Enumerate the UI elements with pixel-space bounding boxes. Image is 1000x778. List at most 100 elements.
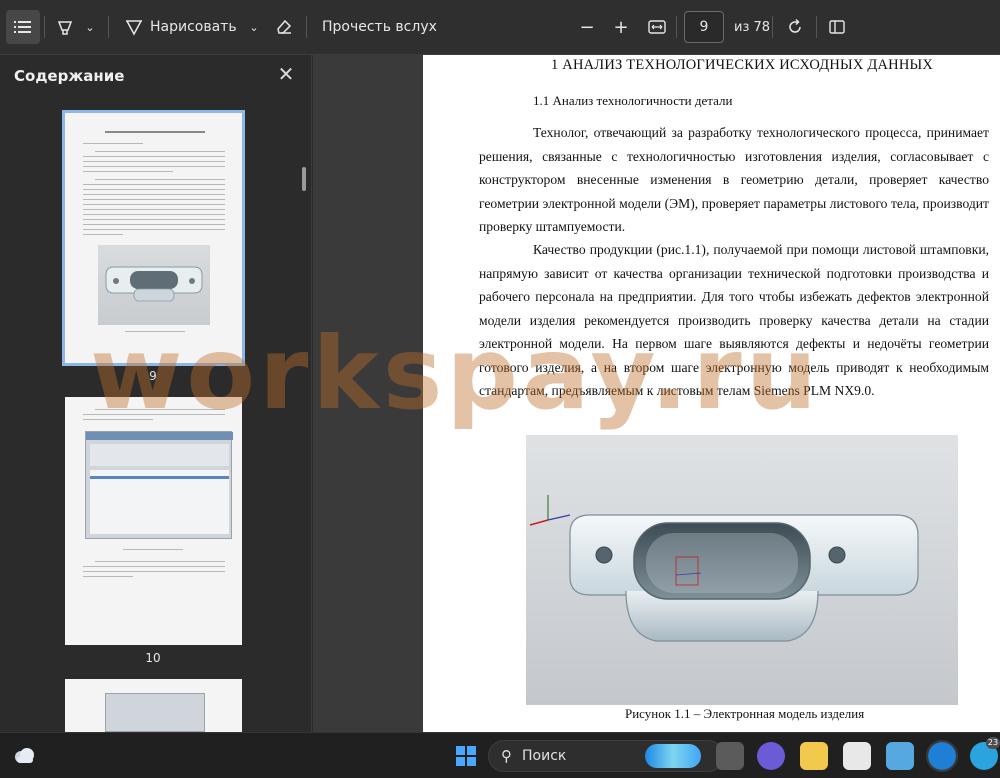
thumb-text-line	[83, 234, 123, 235]
thumb-text-line	[83, 161, 225, 162]
draw-button[interactable]: Нарисовать	[124, 10, 243, 44]
highlight-options-chevron[interactable]: ⌄	[80, 10, 100, 44]
document-page: 1 АНАЛИЗ ТЕХНОЛОГИЧЕСКИХ ИСХОДНЫХ ДАННЫХ…	[423, 55, 1000, 732]
fit-to-width-button[interactable]	[644, 10, 670, 44]
thumb-screenshot-table	[90, 470, 229, 534]
thumb-screenshot	[105, 693, 205, 732]
thumb-text-line	[83, 224, 225, 225]
thumb-caption-line	[123, 549, 183, 550]
thumbnail-page-9[interactable]	[62, 110, 245, 366]
figure-3d-model	[526, 435, 958, 705]
thumb-text-line	[83, 166, 225, 167]
sidebar-scrollbar[interactable]	[302, 167, 306, 191]
thumbnail-page-10-number: 10	[145, 651, 161, 665]
file-explorer-app[interactable]	[800, 742, 828, 770]
thumb-text-line	[95, 151, 225, 152]
toolbar: ⌄ Нарисовать ⌄ Прочесть вслух − + 9 из 7…	[0, 0, 1000, 55]
draw-label: Нарисовать	[150, 19, 237, 35]
search-highlight-image	[645, 744, 701, 768]
thumb-screenshot	[85, 431, 233, 539]
read-aloud-label: Прочесть вслух	[322, 19, 437, 35]
thumb-caption-line	[125, 331, 185, 332]
fit-width-icon	[648, 20, 666, 34]
chapter-heading: 1 АНАЛИЗ ТЕХНОЛОГИЧЕСКИХ ИСХОДНЫХ ДАННЫХ	[551, 57, 934, 73]
thumb-text-line	[83, 184, 225, 185]
plus-icon: +	[613, 16, 629, 38]
thumb-text-line	[83, 209, 225, 210]
thumbnail-page-11[interactable]	[65, 679, 242, 732]
toolbar-divider	[108, 16, 109, 38]
draw-options-chevron[interactable]: ⌄	[244, 10, 264, 44]
thumb-text-line	[83, 143, 143, 144]
sidebar-title: Содержание	[14, 67, 125, 85]
thumb-text-line	[83, 171, 173, 172]
edge-browser-app[interactable]	[926, 740, 958, 772]
highlight-button[interactable]	[52, 10, 78, 44]
thumb-text-line	[83, 229, 225, 230]
thumb-text-line	[83, 414, 225, 415]
toolbar-divider	[816, 16, 817, 38]
cloud-icon	[15, 748, 34, 763]
windows-taskbar: ⚲ Поиск 23	[0, 732, 1000, 778]
thumb-text-line	[83, 571, 225, 572]
windows-logo-icon	[456, 746, 476, 766]
erase-button[interactable]	[270, 10, 298, 44]
thumb-heading-line	[105, 131, 205, 133]
zoom-in-button[interactable]: +	[610, 10, 632, 44]
close-icon: ✕	[277, 62, 295, 86]
page-number-value: 9	[699, 19, 709, 35]
thumb-text-line	[83, 156, 225, 157]
toolbar-divider	[676, 16, 677, 38]
pen-icon	[126, 20, 142, 36]
thumb-text-line	[83, 194, 225, 195]
thumb-text-line	[83, 576, 133, 577]
page-view-button[interactable]	[824, 10, 850, 44]
minus-icon: −	[579, 16, 595, 38]
taskbar-search[interactable]: ⚲ Поиск	[488, 740, 724, 772]
thumb-figure	[98, 245, 210, 325]
figure-caption: Рисунок 1.1 – Электронная модель изделия	[625, 706, 865, 721]
close-sidebar-button[interactable]: ✕	[274, 63, 298, 87]
contents-sidebar: Содержание ✕ 9 10	[0, 55, 312, 732]
thumb-screenshot-panel	[90, 444, 229, 466]
thumb-text-line	[83, 204, 225, 205]
list-icon	[14, 21, 31, 33]
teams-chat-app[interactable]	[757, 742, 785, 770]
thumbnail-page-10[interactable]	[65, 397, 242, 645]
toolbar-divider	[44, 16, 45, 38]
thumb-screenshot-titlebar	[86, 432, 233, 440]
thumb-text-line	[83, 189, 225, 190]
zoom-out-button[interactable]: −	[576, 10, 598, 44]
table-of-contents-button[interactable]	[6, 10, 40, 44]
section-heading: 1.1 Анализ технологичности детали	[533, 93, 733, 108]
toolbar-divider	[772, 16, 773, 38]
thumb-screenshot-selection	[90, 476, 229, 479]
store-app[interactable]	[843, 742, 871, 770]
highlighter-icon	[57, 21, 73, 35]
photos-app[interactable]	[886, 742, 914, 770]
read-aloud-button[interactable]: Прочесть вслух	[316, 10, 443, 44]
paragraph-1: Технолог, отвечающий за разработку техно…	[479, 125, 989, 234]
rotate-icon	[789, 18, 801, 33]
thumb-text-line	[83, 566, 225, 567]
thumb-text-line	[83, 199, 225, 200]
thumb-text-line	[83, 214, 225, 215]
document-view[interactable]: 1 АНАЛИЗ ТЕХНОЛОГИЧЕСКИХ ИСХОДНЫХ ДАННЫХ…	[313, 55, 1000, 732]
thumb-text-line	[95, 409, 225, 410]
eraser-icon	[277, 19, 292, 34]
page-number-input[interactable]: 9	[684, 11, 724, 43]
two-page-icon	[829, 20, 845, 34]
thumbnail-page-9-number: 9	[149, 369, 157, 383]
weather-widget[interactable]	[10, 742, 38, 770]
rotate-button[interactable]	[782, 10, 808, 44]
task-view-button[interactable]	[716, 742, 744, 770]
chevron-down-icon: ⌄	[85, 20, 95, 34]
start-button[interactable]	[452, 742, 480, 770]
page-total-label: из 78	[734, 19, 771, 35]
thumb-text-line	[83, 219, 225, 220]
thumb-figure-shape	[105, 266, 203, 302]
toolbar-divider	[306, 16, 307, 38]
search-icon: ⚲	[501, 747, 512, 765]
stamped-part-drawing	[529, 495, 919, 642]
thumb-text-line	[95, 179, 225, 180]
